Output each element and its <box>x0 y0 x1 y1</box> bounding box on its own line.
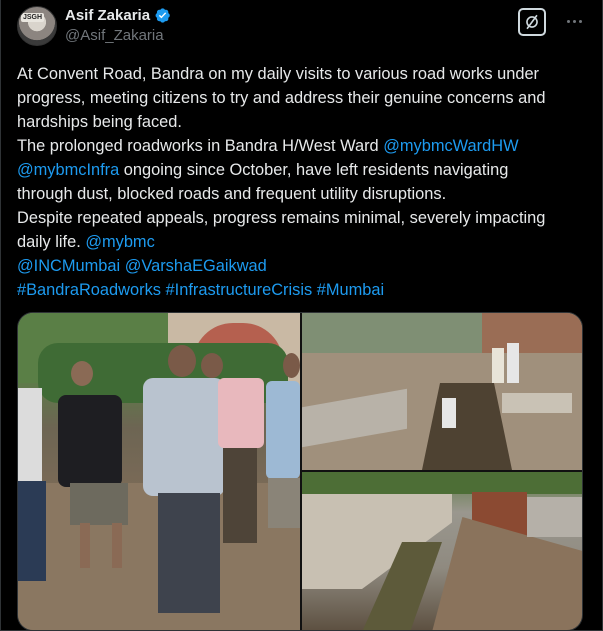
author-block: Asif Zakaria @Asif_Zakaria <box>65 7 171 44</box>
tweet-header: JSGH Asif Zakaria @Asif_Zakaria <box>17 6 586 50</box>
mention-link[interactable]: @mybmc <box>85 233 154 251</box>
hashtag-link[interactable]: #BandraRoadworks <box>17 281 161 299</box>
photo-people-at-roadworks[interactable] <box>18 313 300 630</box>
tweet-card: JSGH Asif Zakaria @Asif_Zakaria At Conve… <box>0 0 603 631</box>
tweet-text-line: through dust, blocked roads and frequent… <box>17 182 582 206</box>
tweet-text-segment: progress, meeting citizens to try and ad… <box>17 89 546 107</box>
tweet-text-line: @mybmcInfra ongoing since October, have … <box>17 158 582 182</box>
tweet-text-segment: Despite repeated appeals, progress remai… <box>17 209 546 227</box>
verified-badge-icon <box>154 7 171 24</box>
media-grid <box>17 312 583 631</box>
tweet-text-segment: hardships being faced. <box>17 113 182 131</box>
tweet-text: At Convent Road, Bandra on my daily visi… <box>17 62 582 302</box>
tweet-text-segment: daily life. <box>17 233 86 251</box>
more-dot <box>566 19 570 23</box>
tweet-text-line: progress, meeting citizens to try and ad… <box>17 86 582 110</box>
tweet-text-line: daily life. @mybmc <box>17 230 582 254</box>
tweet-text-segment: through dust, blocked roads and frequent… <box>17 185 447 203</box>
hashtag-link[interactable]: #InfrastructureCrisis <box>166 281 313 299</box>
tweet-text-line: Despite repeated appeals, progress remai… <box>17 206 582 230</box>
tweet-text-line: At Convent Road, Bandra on my daily visi… <box>17 62 582 86</box>
tweet-text-segment: ongoing since October, have left residen… <box>119 161 509 179</box>
hashtag-link[interactable]: #Mumbai <box>317 281 384 299</box>
display-name[interactable]: Asif Zakaria <box>65 7 150 24</box>
photo-drain-excavation[interactable] <box>302 472 582 630</box>
name-row: Asif Zakaria <box>65 7 171 24</box>
more-dot <box>578 19 582 23</box>
mention-link[interactable]: @mybmcInfra <box>17 161 119 179</box>
tweet-text-segment: At Convent Road, Bandra on my daily visi… <box>17 65 540 83</box>
avatar[interactable]: JSGH <box>17 6 57 46</box>
tweet-text-line: The prolonged roadworks in Bandra H/West… <box>17 134 582 158</box>
tweet-text-line: @INCMumbai @VarshaEGaikwad <box>17 254 582 278</box>
photo-trench-street[interactable] <box>302 313 582 470</box>
avatar-text: JSGH <box>21 13 45 22</box>
tweet-text-line: #BandraRoadworks #InfrastructureCrisis #… <box>17 278 582 302</box>
mention-link[interactable]: @INCMumbai <box>17 257 120 275</box>
grok-button[interactable] <box>518 8 546 36</box>
tweet-text-line: hardships being faced. <box>17 110 582 134</box>
grok-icon <box>526 14 538 30</box>
more-dot <box>572 19 576 23</box>
author-handle[interactable]: @Asif_Zakaria <box>65 27 171 44</box>
more-options-button[interactable] <box>562 12 586 30</box>
mention-link[interactable]: @mybmcWardHW <box>383 137 518 155</box>
tweet-text-segment: The prolonged roadworks in Bandra H/West… <box>17 137 384 155</box>
mention-link[interactable]: @VarshaEGaikwad <box>125 257 267 275</box>
